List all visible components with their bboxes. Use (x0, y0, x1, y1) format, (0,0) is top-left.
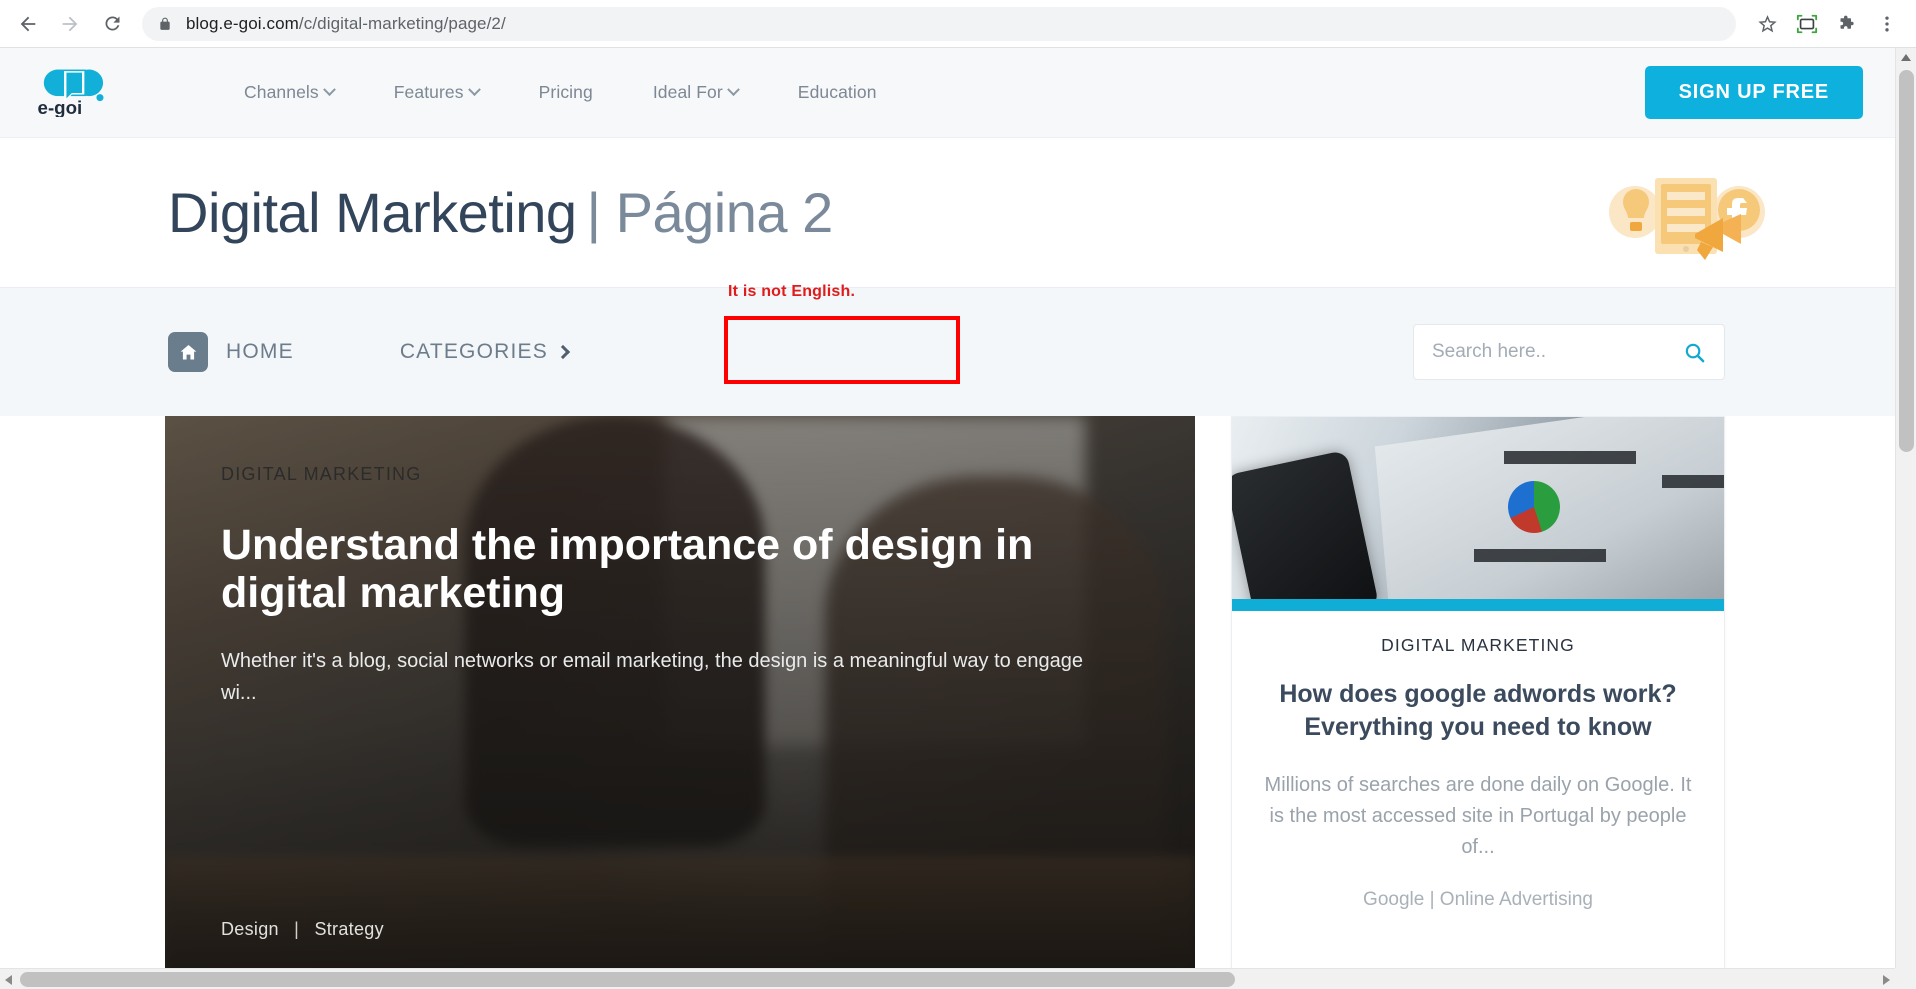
featured-post-excerpt: Whether it's a blog, social networks or … (221, 650, 1084, 705)
url-path: /c/digital-marketing/page/2/ (298, 13, 506, 33)
search-icon[interactable] (1683, 341, 1706, 364)
side-post-card[interactable]: DIGITAL MARKETING How does google adword… (1231, 416, 1725, 968)
forward-arrow-icon (62, 16, 78, 31)
browser-toolbar: blog.e-goi.com/c/digital-marketing/page/… (0, 0, 1916, 48)
nav-label: Pricing (538, 82, 593, 102)
nav-item-pricing[interactable]: Pricing (509, 82, 623, 103)
side-post-excerpt: Millions of searches are done daily on G… (1264, 774, 1692, 858)
star-icon (1757, 15, 1777, 33)
extensions-button[interactable] (1830, 7, 1864, 41)
featured-tag-design[interactable]: Design (221, 919, 279, 939)
horizontal-scrollbar[interactable] (0, 968, 1895, 989)
side-post-title[interactable]: How does google adwords work? Everything… (1262, 678, 1694, 744)
svg-text:e-goi: e-goi (38, 97, 83, 116)
reload-icon (104, 16, 119, 31)
scroll-left-arrow-icon[interactable] (5, 975, 12, 985)
nav-item-education[interactable]: Education (768, 82, 907, 103)
picture-in-picture-button[interactable] (1790, 7, 1824, 41)
side-post-image (1232, 417, 1724, 611)
chevron-down-icon (322, 83, 336, 97)
site-header: e-goi Channels Features Pricing Ideal Fo… (0, 48, 1895, 138)
chevron-down-icon (467, 83, 481, 97)
featured-post-tags: Design | Strategy (221, 919, 384, 940)
page-viewport: e-goi Channels Features Pricing Ideal Fo… (0, 48, 1895, 968)
site-logo[interactable]: e-goi (28, 68, 114, 117)
breadcrumb-categories-link[interactable]: CATEGORIES (399, 340, 571, 364)
nav-item-ideal-for[interactable]: Ideal For (623, 82, 768, 103)
browser-action-icons (1750, 7, 1916, 41)
side-post-accent-bar (1232, 599, 1724, 611)
forward-button[interactable] (50, 4, 90, 44)
nav-item-features[interactable]: Features (364, 82, 509, 103)
featured-tag-strategy[interactable]: Strategy (314, 919, 383, 939)
breadcrumb-categories-label: CATEGORIES (399, 340, 548, 363)
nav-label: Features (393, 82, 464, 102)
egoi-logo-icon: e-goi (38, 69, 104, 117)
side-post-tags[interactable]: Google | Online Advertising (1262, 889, 1694, 911)
vertical-scrollbar-thumb[interactable] (1899, 70, 1914, 452)
scrollbar-corner (1895, 968, 1916, 989)
chevron-right-icon (555, 344, 571, 360)
nav-item-channels[interactable]: Channels (214, 82, 364, 103)
nav-label: Channels (244, 82, 319, 102)
breadcrumb-home-link[interactable]: HOME (226, 340, 294, 364)
side-post-category[interactable]: DIGITAL MARKETING (1262, 635, 1694, 656)
chevron-down-icon (726, 83, 740, 97)
featured-post-card[interactable]: DIGITAL MARKETING Understand the importa… (165, 416, 1195, 968)
breadcrumb-home-label: HOME (226, 340, 294, 363)
search-input[interactable] (1432, 341, 1683, 363)
side-post-body: DIGITAL MARKETING How does google adword… (1232, 611, 1724, 911)
address-bar[interactable]: blog.e-goi.com/c/digital-marketing/page/… (142, 6, 1736, 41)
search-box[interactable] (1413, 324, 1725, 380)
featured-post-category[interactable]: DIGITAL MARKETING (221, 464, 1125, 485)
puzzle-icon (1840, 15, 1854, 29)
vertical-scrollbar[interactable] (1895, 48, 1916, 989)
nav-label: Education (797, 82, 877, 102)
url-host: blog.e-goi.com (186, 13, 299, 33)
page-title: Digital Marketing | Página 2 (168, 180, 833, 245)
horizontal-scrollbar-thumb[interactable] (20, 972, 1235, 987)
analytics-pie-chart-icon (1508, 481, 1560, 533)
sign-up-free-button[interactable]: SIGN UP FREE (1644, 66, 1863, 119)
featured-post-title[interactable]: Understand the importance of design in d… (221, 521, 1121, 617)
nav-label: Ideal For (652, 82, 723, 102)
annotation-label: It is not English. (728, 283, 856, 300)
tag-separator: | (294, 919, 300, 939)
bookmark-star-button[interactable] (1750, 7, 1784, 41)
marketing-illustration-icon (1609, 178, 1765, 260)
browser-nav-buttons (0, 4, 132, 44)
three-dot-menu-icon (1885, 16, 1889, 31)
breadcrumb-home-button[interactable] (168, 332, 208, 372)
back-arrow-icon (20, 16, 36, 31)
breadcrumb-bar: HOME CATEGORIES (0, 288, 1895, 416)
browser-menu-button[interactable] (1870, 7, 1904, 41)
back-button[interactable] (8, 4, 48, 44)
page-title-main: Digital Marketing (168, 181, 577, 244)
page-title-suffix: | Página 2 (586, 181, 834, 244)
address-bar-text: blog.e-goi.com/c/digital-marketing/page/… (186, 14, 506, 34)
home-icon (180, 344, 196, 359)
featured-post-body: DIGITAL MARKETING Understand the importa… (221, 464, 1125, 709)
post-grid: DIGITAL MARKETING Understand the importa… (0, 416, 1895, 968)
scroll-right-arrow-icon[interactable] (1883, 975, 1890, 985)
scroll-up-arrow-icon[interactable] (1901, 54, 1911, 61)
picture-in-picture-icon (1796, 14, 1818, 33)
lock-icon (158, 16, 172, 32)
reload-button[interactable] (92, 4, 132, 44)
main-navigation: Channels Features Pricing Ideal For Educ… (214, 82, 907, 103)
page-title-band: Digital Marketing | Página 2 It is not E… (0, 138, 1895, 384)
